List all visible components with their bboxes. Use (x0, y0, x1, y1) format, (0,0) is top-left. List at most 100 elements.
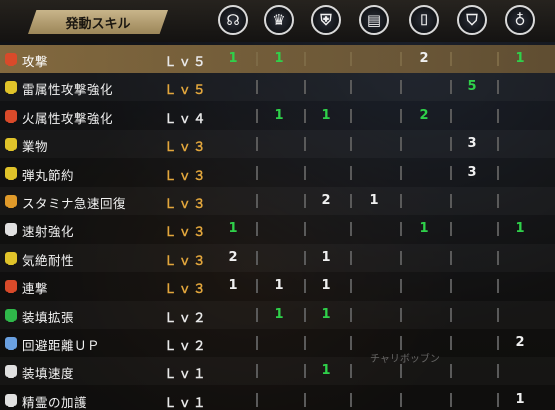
skill-level: Ｌｖ２ (164, 338, 208, 353)
column-separator (450, 307, 452, 322)
column-separator (400, 250, 402, 265)
skill-name: 装填速度 (22, 366, 75, 382)
column-separator (350, 279, 352, 294)
column-separator (400, 392, 402, 407)
skill-gem-icon (5, 53, 17, 66)
skill-row[interactable]: 精霊の加護 Ｌｖ１ 1 (0, 386, 555, 410)
skill-gem-icon (5, 365, 17, 379)
skill-gem-icon (5, 280, 17, 294)
skill-name: 精霊の加護 (22, 394, 88, 410)
skill-points-cell: 1 (321, 278, 331, 294)
column-separator (304, 165, 306, 180)
column-separator (256, 165, 258, 180)
head-armor-icon: ♛ (264, 5, 294, 35)
column-separator (350, 108, 352, 123)
column-separator (497, 108, 499, 123)
column-separator (497, 250, 499, 265)
skill-name: 業物 (22, 139, 49, 155)
skill-level: Ｌｖ５ (164, 54, 208, 69)
skill-points-cell: 1 (515, 221, 525, 237)
skill-level: Ｌｖ３ (164, 252, 208, 268)
skill-points-cell: 5 (467, 79, 477, 95)
skill-gem-icon (5, 138, 17, 152)
skill-row[interactable]: 連撃 Ｌｖ３ 1 1 1 (0, 272, 555, 300)
column-separator (256, 137, 258, 152)
column-separator (304, 336, 306, 350)
skill-gem-icon (5, 337, 17, 350)
skill-gem-icon (5, 109, 17, 123)
skill-name: 速射強化 (22, 224, 75, 240)
skill-points-cell: 2 (228, 249, 238, 265)
amulet-icon: ☊ (218, 5, 248, 35)
skill-level: Ｌｖ３ (164, 196, 208, 211)
skill-points-cell: 1 (274, 278, 284, 294)
skill-points-cell: 1 (228, 278, 238, 294)
skill-gem-icon (5, 81, 17, 95)
skill-row[interactable]: 速射強化 Ｌｖ３ 1 1 1 (0, 215, 555, 243)
column-separator (256, 194, 258, 208)
skill-row[interactable]: 装填速度 Ｌｖ１ 1 (0, 357, 555, 385)
skill-points-cell: 1 (321, 363, 331, 379)
skill-row[interactable]: スタミナ急速回復 Ｌｖ３ 2 1 (0, 187, 555, 215)
skill-level: Ｌｖ３ (164, 139, 208, 155)
column-separator (450, 222, 452, 237)
column-separator (350, 250, 352, 265)
skills-header: 発動スキル ☊ ♛ ⛨ ▤ ⌷ ⛉ ♁ (0, 0, 555, 42)
skill-points-cell: 1 (274, 306, 284, 322)
column-separator (350, 80, 352, 95)
skill-points-cell: 3 (467, 136, 477, 152)
panel-title: 発動スキル (28, 10, 168, 34)
column-separator (304, 392, 306, 407)
column-separator (450, 364, 452, 379)
skill-row[interactable]: 雷属性攻撃強化 Ｌｖ５ 5 (0, 73, 555, 101)
skill-name: 火属性攻撃強化 (22, 110, 114, 126)
skill-gem-icon (5, 251, 17, 265)
column-separator (400, 165, 402, 180)
column-separator (450, 250, 452, 265)
column-separator (400, 194, 402, 208)
skill-points-cell: 2 (419, 107, 429, 123)
skill-row[interactable]: 弾丸節約 Ｌｖ３ 3 (0, 159, 555, 187)
skill-name: 装填拡張 (22, 309, 75, 325)
skill-row[interactable]: 回避距離ＵＰ Ｌｖ２ 2 (0, 329, 555, 357)
skill-level: Ｌｖ４ (164, 110, 208, 126)
skill-points-cell: 1 (321, 306, 331, 322)
column-separator (497, 364, 499, 379)
skill-level: Ｌｖ１ (164, 394, 208, 410)
skill-level: Ｌｖ３ (164, 224, 208, 240)
column-separator (256, 80, 258, 95)
column-separator (350, 364, 352, 379)
skill-gem-icon (5, 223, 17, 237)
skill-points-cell: 1 (321, 249, 331, 265)
skill-level: Ｌｖ３ (164, 281, 208, 297)
skill-points-cell: 1 (515, 51, 525, 66)
column-separator (350, 52, 352, 66)
column-separator (450, 392, 452, 407)
skill-points-cell: 2 (515, 335, 525, 350)
column-separator (450, 194, 452, 208)
column-separator (497, 194, 499, 208)
skill-row[interactable]: 火属性攻撃強化 Ｌｖ４ 1 1 2 (0, 102, 555, 130)
skill-row[interactable]: 攻撃 Ｌｖ５ 1 1 2 1 (0, 45, 555, 73)
skill-row[interactable]: 装填拡張 Ｌｖ２ 1 1 (0, 301, 555, 329)
column-separator (497, 279, 499, 294)
column-separator (304, 52, 306, 66)
skill-name: 気絶耐性 (22, 252, 75, 268)
column-separator (350, 336, 352, 350)
column-separator (350, 307, 352, 322)
skill-points-cell: 3 (467, 164, 477, 180)
skill-gem-icon (5, 195, 17, 208)
skill-points-cell: 1 (228, 221, 238, 237)
skill-name: 攻撃 (22, 54, 49, 69)
arm-armor-icon: ▤ (359, 5, 389, 35)
skill-row[interactable]: 気絶耐性 Ｌｖ３ 2 1 (0, 244, 555, 272)
skill-points-cell: 2 (419, 51, 429, 66)
column-separator (400, 80, 402, 95)
skill-gem-icon (5, 308, 17, 322)
column-separator (497, 80, 499, 95)
column-separator (304, 137, 306, 152)
column-separator (497, 137, 499, 152)
column-separator (450, 52, 452, 66)
skill-gem-icon (5, 393, 17, 407)
skill-row[interactable]: 業物 Ｌｖ３ 3 (0, 130, 555, 158)
